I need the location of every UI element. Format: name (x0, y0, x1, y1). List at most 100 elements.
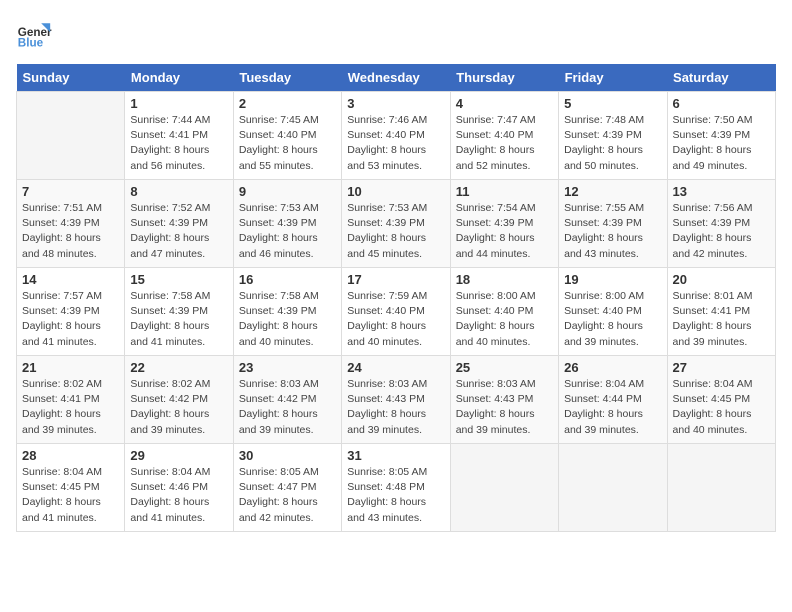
day-number: 26 (564, 360, 661, 375)
day-number: 17 (347, 272, 444, 287)
col-saturday: Saturday (667, 64, 775, 92)
col-thursday: Thursday (450, 64, 558, 92)
calendar-table: Sunday Monday Tuesday Wednesday Thursday… (16, 64, 776, 532)
calendar-cell: 23Sunrise: 8:03 AMSunset: 4:42 PMDayligh… (233, 356, 341, 444)
calendar-cell: 20 Sunrise: 8:01 AMSunset: 4:41 PMDayligh… (667, 268, 775, 356)
calendar-cell (667, 444, 775, 532)
calendar-cell: 3Sunrise: 7:46 AMSunset: 4:40 PMDaylight… (342, 92, 450, 180)
col-friday: Friday (559, 64, 667, 92)
day-info: Sunrise: 8:01 AMSunset: 4:41 PMDaylight:… (673, 289, 770, 350)
calendar-cell (17, 92, 125, 180)
col-sunday: Sunday (17, 64, 125, 92)
day-info: Sunrise: 7:44 AMSunset: 4:41 PMDaylight:… (130, 113, 227, 174)
day-info: Sunrise: 7:59 AMSunset: 4:40 PMDaylight:… (347, 289, 444, 350)
day-info: Sunrise: 7:52 AMSunset: 4:39 PMDaylight:… (130, 201, 227, 262)
day-number: 12 (564, 184, 661, 199)
calendar-cell: 31 Sunrise: 8:05 AMSunset: 4:48 PMDayligh… (342, 444, 450, 532)
day-number: 31 (347, 448, 444, 463)
day-number: 8 (130, 184, 227, 199)
calendar-cell (559, 444, 667, 532)
day-info: Sunrise: 8:05 AMSunset: 4:48 PMDaylight:… (347, 465, 444, 526)
calendar-cell: 16 Sunrise: 7:58 AMSunset: 4:39 PMDayligh… (233, 268, 341, 356)
day-number: 5 (564, 96, 661, 111)
calendar-cell: 15Sunrise: 7:58 AMSunset: 4:39 PMDayligh… (125, 268, 233, 356)
day-info: Sunrise: 7:57 AMSunset: 4:39 PMDaylight:… (22, 289, 119, 350)
day-info: Sunrise: 7:47 AMSunset: 4:40 PMDaylight:… (456, 113, 553, 174)
day-info: Sunrise: 7:45 AMSunset: 4:40 PMDaylight:… (239, 113, 336, 174)
day-info: Sunrise: 8:00 AMSunset: 4:40 PMDaylight:… (564, 289, 661, 350)
calendar-cell: 24 Sunrise: 8:03 AMSunset: 4:43 PMDayligh… (342, 356, 450, 444)
logo: General Blue (16, 16, 52, 52)
calendar-cell: 11Sunrise: 7:54 AMSunset: 4:39 PMDayligh… (450, 180, 558, 268)
day-info: Sunrise: 7:51 AMSunset: 4:39 PMDaylight:… (22, 201, 119, 262)
calendar-cell: 14Sunrise: 7:57 AMSunset: 4:39 PMDayligh… (17, 268, 125, 356)
col-wednesday: Wednesday (342, 64, 450, 92)
day-number: 30 (239, 448, 336, 463)
calendar-cell: 2 Sunrise: 7:45 AMSunset: 4:40 PMDaylight… (233, 92, 341, 180)
calendar-cell: 22Sunrise: 8:02 AMSunset: 4:42 PMDayligh… (125, 356, 233, 444)
calendar-cell: 26 Sunrise: 8:04 AMSunset: 4:44 PMDayligh… (559, 356, 667, 444)
calendar-header: Sunday Monday Tuesday Wednesday Thursday… (17, 64, 776, 92)
calendar-week-row: 21Sunrise: 8:02 AMSunset: 4:41 PMDayligh… (17, 356, 776, 444)
calendar-cell: 13 Sunrise: 7:56 AMSunset: 4:39 PMDayligh… (667, 180, 775, 268)
day-info: Sunrise: 8:05 AMSunset: 4:47 PMDaylight:… (239, 465, 336, 526)
day-number: 16 (239, 272, 336, 287)
day-info: Sunrise: 8:04 AMSunset: 4:44 PMDaylight:… (564, 377, 661, 438)
day-info: Sunrise: 7:48 AMSunset: 4:39 PMDaylight:… (564, 113, 661, 174)
logo-icon: General Blue (16, 16, 52, 52)
calendar-cell: 10Sunrise: 7:53 AMSunset: 4:39 PMDayligh… (342, 180, 450, 268)
calendar-cell: 17 Sunrise: 7:59 AMSunset: 4:40 PMDayligh… (342, 268, 450, 356)
day-number: 4 (456, 96, 553, 111)
day-info: Sunrise: 8:04 AMSunset: 4:46 PMDaylight:… (130, 465, 227, 526)
day-number: 1 (130, 96, 227, 111)
day-number: 13 (673, 184, 770, 199)
day-info: Sunrise: 8:04 AMSunset: 4:45 PMDaylight:… (22, 465, 119, 526)
day-info: Sunrise: 8:00 AMSunset: 4:40 PMDaylight:… (456, 289, 553, 350)
day-number: 6 (673, 96, 770, 111)
day-info: Sunrise: 8:04 AMSunset: 4:45 PMDaylight:… (673, 377, 770, 438)
day-number: 10 (347, 184, 444, 199)
day-info: Sunrise: 7:55 AMSunset: 4:39 PMDaylight:… (564, 201, 661, 262)
day-info: Sunrise: 7:58 AMSunset: 4:39 PMDaylight:… (239, 289, 336, 350)
page-header: General Blue (16, 16, 776, 52)
day-number: 9 (239, 184, 336, 199)
day-number: 20 (673, 272, 770, 287)
calendar-week-row: 7 Sunrise: 7:51 AMSunset: 4:39 PMDaylight… (17, 180, 776, 268)
day-number: 19 (564, 272, 661, 287)
col-monday: Monday (125, 64, 233, 92)
day-number: 7 (22, 184, 119, 199)
day-info: Sunrise: 8:02 AMSunset: 4:41 PMDaylight:… (22, 377, 119, 438)
calendar-cell: 8 Sunrise: 7:52 AMSunset: 4:39 PMDaylight… (125, 180, 233, 268)
calendar-week-row: 1 Sunrise: 7:44 AMSunset: 4:41 PMDaylight… (17, 92, 776, 180)
day-number: 2 (239, 96, 336, 111)
day-number: 22 (130, 360, 227, 375)
calendar-week-row: 14Sunrise: 7:57 AMSunset: 4:39 PMDayligh… (17, 268, 776, 356)
calendar-cell: 1 Sunrise: 7:44 AMSunset: 4:41 PMDaylight… (125, 92, 233, 180)
day-number: 25 (456, 360, 553, 375)
calendar-cell: 4 Sunrise: 7:47 AMSunset: 4:40 PMDaylight… (450, 92, 558, 180)
day-info: Sunrise: 8:03 AMSunset: 4:43 PMDaylight:… (456, 377, 553, 438)
calendar-week-row: 28 Sunrise: 8:04 AMSunset: 4:45 PMDayligh… (17, 444, 776, 532)
calendar-cell (450, 444, 558, 532)
svg-text:Blue: Blue (18, 37, 44, 50)
day-number: 24 (347, 360, 444, 375)
col-tuesday: Tuesday (233, 64, 341, 92)
day-info: Sunrise: 7:56 AMSunset: 4:39 PMDaylight:… (673, 201, 770, 262)
calendar-cell: 6Sunrise: 7:50 AMSunset: 4:39 PMDaylight… (667, 92, 775, 180)
calendar-cell: 9Sunrise: 7:53 AMSunset: 4:39 PMDaylight… (233, 180, 341, 268)
day-number: 29 (130, 448, 227, 463)
day-info: Sunrise: 8:03 AMSunset: 4:43 PMDaylight:… (347, 377, 444, 438)
calendar-cell: 28 Sunrise: 8:04 AMSunset: 4:45 PMDayligh… (17, 444, 125, 532)
calendar-cell: 12 Sunrise: 7:55 AMSunset: 4:39 PMDayligh… (559, 180, 667, 268)
header-row: Sunday Monday Tuesday Wednesday Thursday… (17, 64, 776, 92)
day-number: 18 (456, 272, 553, 287)
calendar-cell: 25 Sunrise: 8:03 AMSunset: 4:43 PMDayligh… (450, 356, 558, 444)
day-info: Sunrise: 8:03 AMSunset: 4:42 PMDaylight:… (239, 377, 336, 438)
day-number: 27 (673, 360, 770, 375)
day-number: 28 (22, 448, 119, 463)
calendar-cell: 19 Sunrise: 8:00 AMSunset: 4:40 PMDayligh… (559, 268, 667, 356)
day-number: 11 (456, 184, 553, 199)
calendar-cell: 5 Sunrise: 7:48 AMSunset: 4:39 PMDaylight… (559, 92, 667, 180)
calendar-body: 1 Sunrise: 7:44 AMSunset: 4:41 PMDaylight… (17, 92, 776, 532)
calendar-cell: 18 Sunrise: 8:00 AMSunset: 4:40 PMDayligh… (450, 268, 558, 356)
